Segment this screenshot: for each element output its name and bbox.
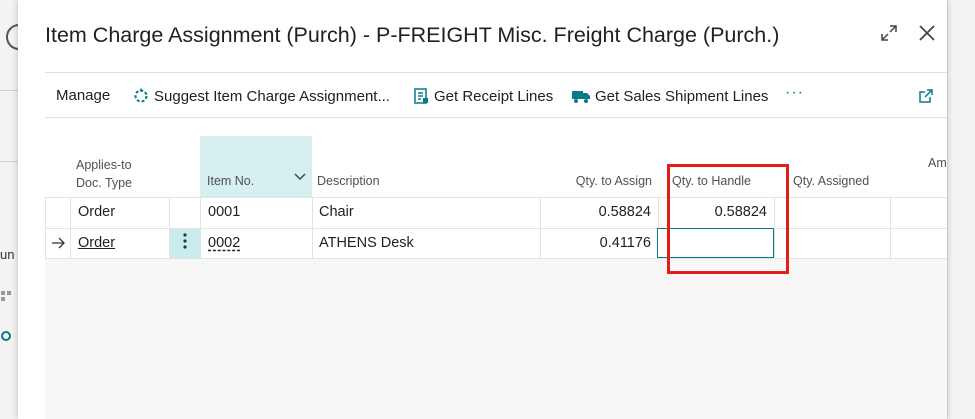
row2-qty-to-assign: 0.41176 [599, 235, 651, 251]
truck-icon [571, 87, 591, 105]
close-button[interactable] [914, 22, 940, 48]
background-grid-icon [0, 290, 12, 305]
assignment-grid: Applies-to Doc. Type Item No. Descriptio… [45, 136, 947, 419]
column-header-description[interactable]: Description [312, 136, 540, 198]
expand-button[interactable] [876, 22, 902, 48]
share-icon [917, 89, 935, 109]
action-bar: Manage Suggest Item Charge Assignment...… [45, 72, 947, 118]
grid-divider [312, 197, 313, 259]
header-description-label: Description [317, 174, 380, 188]
row2-qty-assigned [776, 228, 884, 259]
receipt-icon [412, 87, 430, 105]
row1-description: Chair [319, 204, 354, 220]
chevron-down-icon[interactable] [294, 168, 306, 186]
get-sales-shipment-lines-button[interactable]: Get Sales Shipment Lines [571, 87, 768, 105]
manage-label: Manage [56, 87, 111, 104]
row1-qty-to-assign: 0.58824 [598, 204, 651, 220]
background-suggest-icon [0, 330, 12, 345]
suggest-label: Suggest Item Charge Assignment... [154, 87, 390, 105]
column-header-qty-assigned[interactable]: Qty. Assigned [774, 136, 890, 198]
header-qty-to-assign-label: Qty. to Assign [575, 174, 652, 188]
column-header-item-no[interactable]: Item No. [200, 136, 312, 198]
item-charge-assignment-dialog: Item Charge Assignment (Purch) - P-FREIG… [18, 0, 947, 419]
background-divider [0, 161, 18, 162]
dialog-title: Item Charge Assignment (Purch) - P-FREIG… [45, 23, 780, 47]
current-row-arrow-icon [51, 228, 69, 259]
expand-icon [879, 23, 899, 48]
grid-divider [70, 197, 71, 259]
background-divider [0, 90, 18, 91]
share-button[interactable] [917, 87, 935, 110]
column-header-qty-to-assign[interactable]: Qty. to Assign [540, 136, 658, 198]
column-header-applies-to-doc-type[interactable]: Applies-to Doc. Type [45, 136, 200, 198]
grid-divider [540, 197, 541, 259]
manage-button[interactable]: Manage [56, 87, 110, 104]
get-receipt-label: Get Receipt Lines [434, 87, 554, 105]
suggest-assignment-button[interactable]: Suggest Item Charge Assignment... [132, 87, 390, 105]
row2-item-no[interactable]: 0002 [208, 228, 308, 259]
row1-doc-type: Order [78, 204, 116, 220]
row1-qty-assigned [776, 197, 884, 228]
header-amount-label: Am [928, 156, 947, 170]
grid-divider [45, 197, 46, 259]
row-actions-button[interactable] [170, 229, 200, 258]
background-text: un [0, 247, 15, 262]
row1-item-no[interactable]: 0001 [208, 197, 308, 228]
grid-divider [890, 197, 891, 259]
close-icon [917, 23, 937, 48]
header-applies-to-line2: Doc. Type [76, 176, 133, 190]
more-vertical-icon [183, 233, 187, 254]
suggest-icon [132, 87, 150, 105]
more-options-button[interactable]: ··· [785, 84, 804, 102]
grid-empty-area [45, 259, 947, 419]
header-item-no-label: Item No. [207, 174, 255, 188]
more-options-icon: ··· [785, 84, 804, 101]
header-applies-to-line1: Applies-to [76, 158, 132, 172]
row2-description: ATHENS Desk [319, 235, 414, 251]
get-receipt-lines-button[interactable]: Get Receipt Lines [412, 87, 553, 105]
column-header-amount[interactable]: Am [890, 136, 947, 198]
background-page: un [0, 0, 32, 419]
highlight-annotation-box [667, 164, 789, 274]
get-sales-shipment-label: Get Sales Shipment Lines [595, 87, 769, 105]
grid-divider [200, 197, 201, 259]
header-qty-assigned-label: Qty. Assigned [793, 174, 870, 188]
row2-doc-type-link[interactable]: Order [78, 228, 168, 259]
background-page-right [947, 0, 975, 419]
